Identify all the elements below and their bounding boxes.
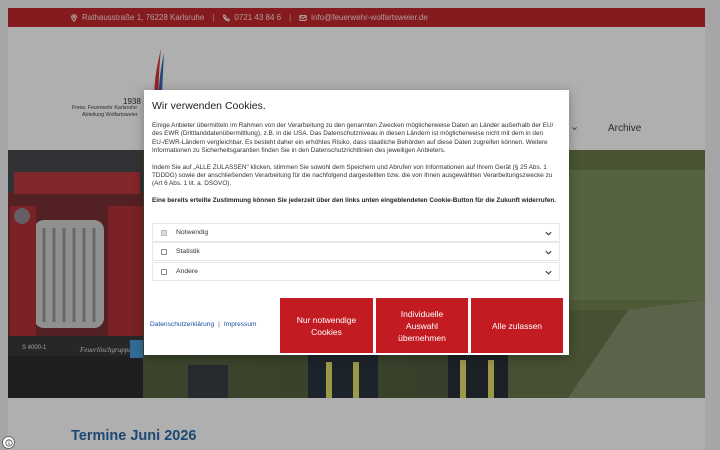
cookie-category-statistik[interactable]: Statistik (152, 242, 560, 261)
page: Rathausstraße 1, 76228 Karlsruhe | 0721 … (0, 0, 720, 450)
category-label: Andere (176, 268, 198, 275)
cookie-category-notwendig[interactable]: Notwendig (152, 223, 560, 242)
link-divider: | (218, 321, 220, 328)
cookie-text-paragraph-2: Indem Sie auf „ALLE ZULASSEN" klicken, s… (152, 163, 553, 188)
cookie-dialog-text: Einige Anbieter übermitteln im Rahmen vo… (152, 122, 562, 213)
category-label: Statistik (176, 248, 200, 255)
info-icon (4, 438, 13, 447)
cookie-category-andere[interactable]: Andere (152, 262, 560, 281)
checkbox-andere[interactable] (161, 268, 167, 275)
imprint-link[interactable]: Impressum (224, 321, 257, 328)
cookie-text-paragraph-1: Einige Anbieter übermitteln im Rahmen vo… (152, 122, 554, 155)
necessary-cookies-button[interactable]: Nur notwendige Cookies (280, 298, 373, 353)
chevron-down-icon[interactable] (544, 248, 553, 257)
cookie-dialog-links: Datenschutzerklärung | Impressum (150, 321, 256, 328)
cookie-text-paragraph-3: Eine bereits erteilte Zustimmung können … (152, 196, 557, 204)
cookie-consent-dialog: Wir verwenden Cookies. Einige Anbieter ü… (144, 90, 569, 355)
cookie-dialog-title: Wir verwenden Cookies. (152, 100, 266, 112)
accept-all-button[interactable]: Alle zulassen (471, 298, 563, 353)
category-label: Notwendig (176, 229, 209, 236)
chevron-down-icon[interactable] (544, 229, 553, 238)
cookie-settings-button[interactable] (2, 436, 15, 449)
chevron-down-icon[interactable] (544, 268, 553, 277)
individual-selection-button[interactable]: Individuelle Auswahl übernehmen (376, 298, 468, 353)
checkbox-statistik[interactable] (161, 248, 167, 255)
privacy-policy-link[interactable]: Datenschutzerklärung (150, 321, 214, 328)
checkbox-notwendig (161, 229, 167, 236)
